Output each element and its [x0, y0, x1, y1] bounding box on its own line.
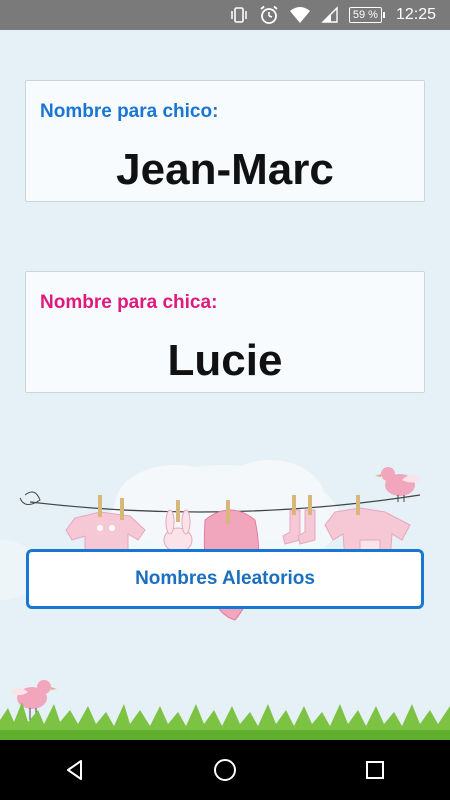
girl-name-value: Lucie: [167, 336, 283, 385]
recents-icon: [366, 761, 384, 779]
battery-icon: 59 %: [348, 7, 386, 23]
back-icon: [67, 760, 82, 780]
recents-button[interactable]: [345, 740, 405, 800]
clock: 12:25: [395, 6, 436, 23]
alarm-icon: [259, 5, 279, 25]
vibrate-icon: [229, 6, 249, 24]
navigation-bar: [0, 740, 450, 800]
boy-name-card: Nombre para chico: Jean-Marc: [25, 80, 425, 202]
boy-name-label: Nombre para chico:: [40, 101, 219, 122]
back-button[interactable]: [45, 740, 105, 800]
status-bar: 59 % 12:25: [0, 0, 450, 30]
battery-percent: 59 %: [352, 9, 378, 21]
girl-name-label: Nombre para chica:: [40, 292, 218, 313]
home-button[interactable]: [195, 740, 255, 800]
signal-icon: [321, 6, 339, 24]
girl-name-card: Nombre para chica: Lucie: [25, 271, 425, 393]
boy-name-value: Jean-Marc: [116, 145, 334, 194]
home-icon: [214, 759, 236, 781]
random-names-button[interactable]: Nombres Aleatorios: [26, 549, 424, 609]
wifi-icon: [289, 6, 311, 24]
